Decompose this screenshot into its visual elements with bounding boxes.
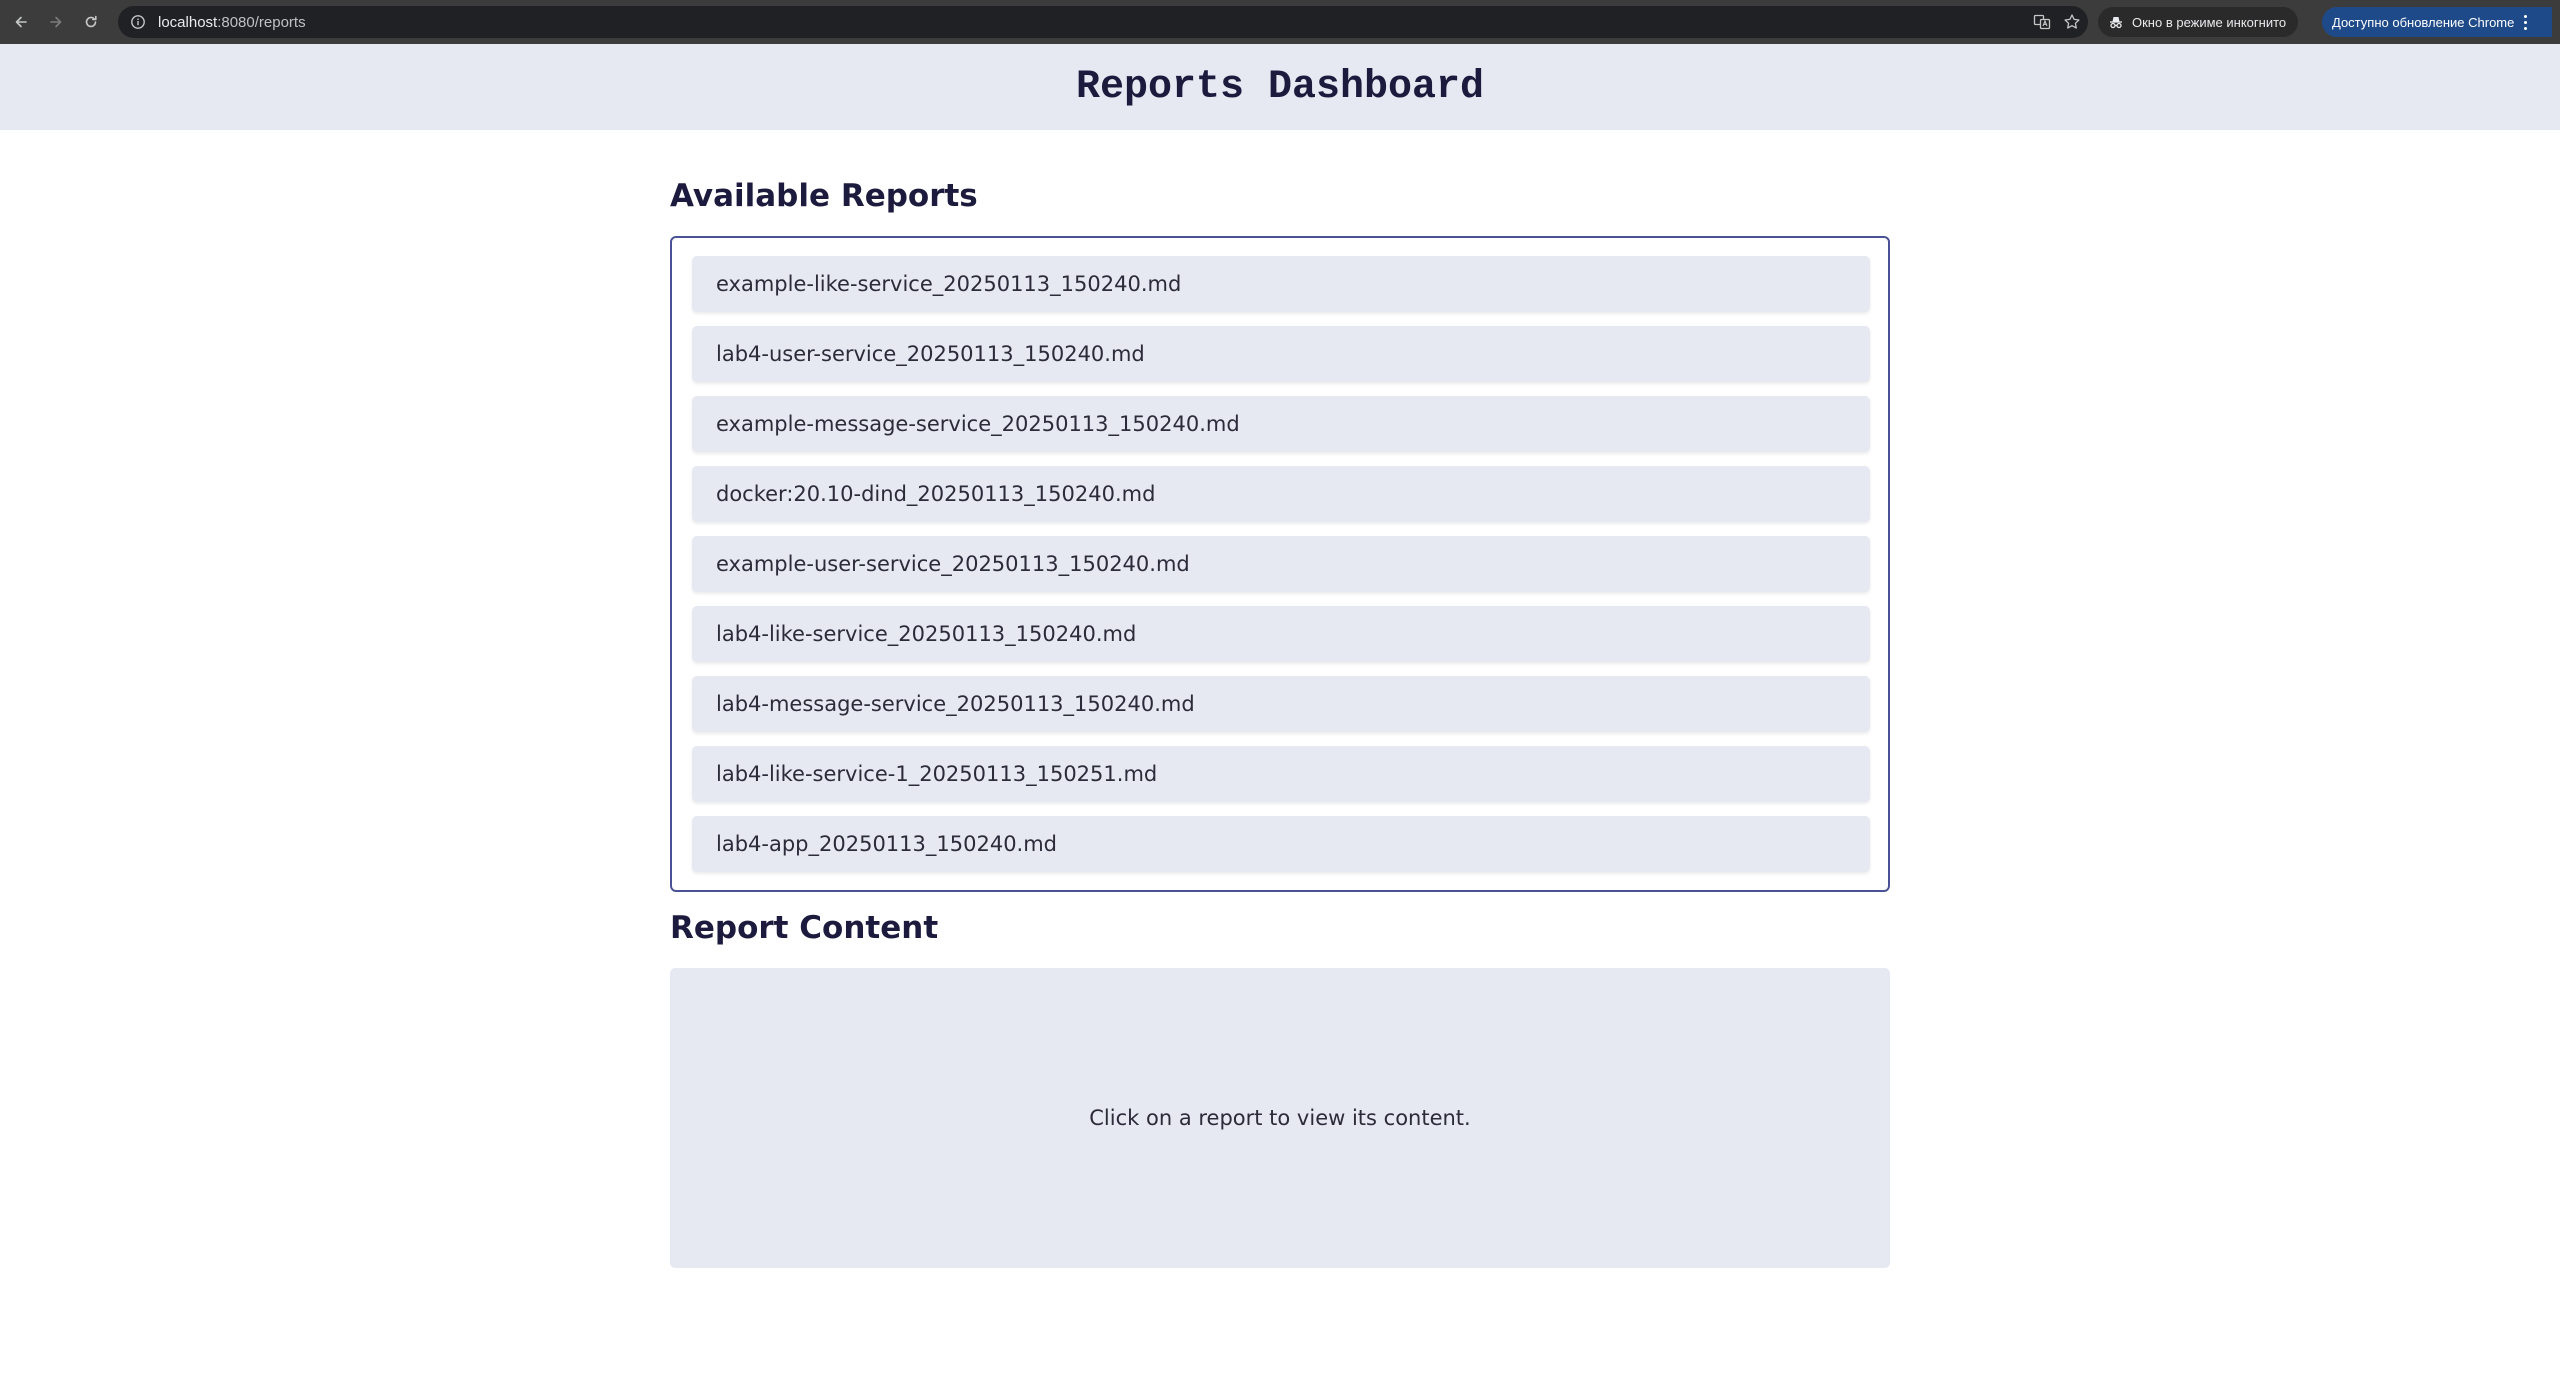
reload-icon xyxy=(83,14,99,30)
report-item[interactable]: lab4-user-service_20250113_150240.md xyxy=(692,326,1870,382)
browser-toolbar: localhost:8080/reports Окно в режиме инк… xyxy=(0,0,2560,44)
report-item[interactable]: lab4-like-service_20250113_150240.md xyxy=(692,606,1870,662)
update-label: Доступно обновление Chrome xyxy=(2332,14,2515,30)
chrome-update-button[interactable]: Доступно обновление Chrome xyxy=(2322,7,2552,37)
forward-button[interactable] xyxy=(42,8,70,36)
url-text: localhost:8080/reports xyxy=(158,14,306,31)
back-button[interactable] xyxy=(7,8,35,36)
incognito-label: Окно в режиме инкогнито xyxy=(2132,14,2287,30)
incognito-chip[interactable]: Окно в режиме инкогнито xyxy=(2098,7,2299,37)
report-item[interactable]: example-like-service_20250113_150240.md xyxy=(692,256,1870,312)
url-path: :8080/reports xyxy=(217,13,306,31)
report-content-heading: Report Content xyxy=(670,910,939,946)
report-item[interactable]: example-message-service_20250113_150240.… xyxy=(692,396,1870,452)
incognito-icon xyxy=(2108,14,2124,30)
reload-button[interactable] xyxy=(77,8,105,36)
report-item[interactable]: lab4-like-service-1_20250113_150251.md xyxy=(692,746,1870,802)
page-header: Reports Dashboard xyxy=(0,44,2560,130)
report-item[interactable]: docker:20.10-dind_20250113_150240.md xyxy=(692,466,1870,522)
report-content-panel: Click on a report to view its content. xyxy=(670,968,1890,1268)
star-icon[interactable] xyxy=(2062,12,2082,32)
reports-list: example-like-service_20250113_150240.md … xyxy=(670,236,1890,892)
back-arrow-icon xyxy=(13,14,29,30)
report-item[interactable]: example-user-service_20250113_150240.md xyxy=(692,536,1870,592)
report-item[interactable]: lab4-app_20250113_150240.md xyxy=(692,816,1870,872)
more-vert-icon[interactable] xyxy=(2524,14,2528,30)
forward-arrow-icon xyxy=(48,14,64,30)
page-title: Reports Dashboard xyxy=(1075,64,1485,110)
address-bar[interactable]: localhost:8080/reports xyxy=(118,6,2088,38)
available-reports-heading: Available Reports xyxy=(670,178,978,214)
report-item[interactable]: lab4-message-service_20250113_150240.md xyxy=(692,676,1870,732)
report-content-placeholder: Click on a report to view its content. xyxy=(1089,1106,1471,1130)
info-icon[interactable] xyxy=(128,12,148,32)
url-host: localhost xyxy=(158,13,218,31)
translate-icon[interactable] xyxy=(2032,12,2052,32)
